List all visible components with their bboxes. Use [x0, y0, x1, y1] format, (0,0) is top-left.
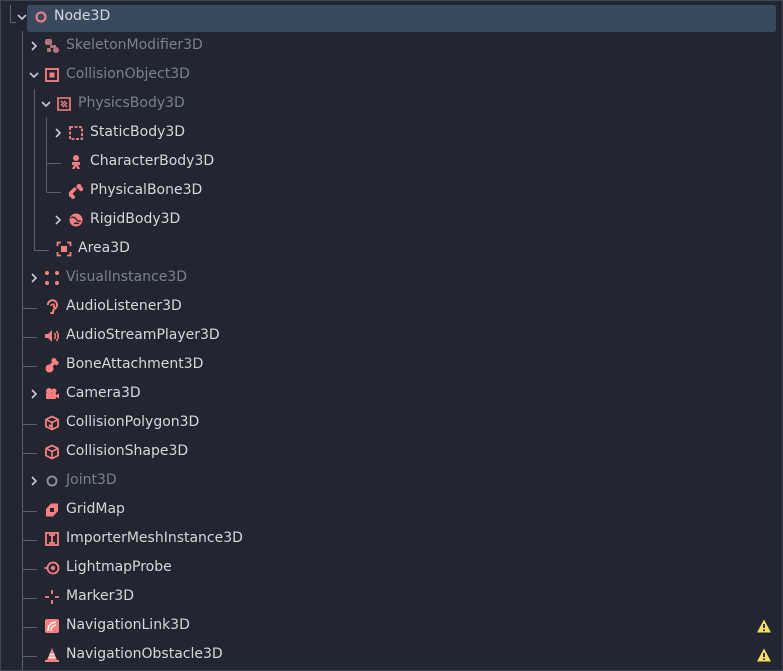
- tree-item-rigidbody3d[interactable]: RigidBody3D: [1, 206, 782, 235]
- tree-item-physicalbone3d[interactable]: PhysicalBone3D: [1, 177, 782, 206]
- chevron-right-icon[interactable]: [28, 475, 40, 487]
- chevron-down-icon[interactable]: [28, 69, 40, 81]
- chevron-down-icon[interactable]: [16, 11, 28, 23]
- tree-item-collisionshape3d[interactable]: CollisionShape3D: [1, 438, 782, 467]
- importer-mesh-icon: [45, 532, 59, 546]
- area-icon: [56, 241, 72, 257]
- tree-item-label: CollisionPolygon3D: [66, 414, 200, 430]
- tree-item-staticbody3d[interactable]: StaticBody3D: [1, 119, 782, 148]
- bone-attachment-icon: [45, 358, 59, 373]
- tree-item-audiolistener3d[interactable]: AudioListener3D: [1, 293, 782, 322]
- collision-shape-icon: [45, 444, 59, 460]
- tree-item-collisionpolygon3d[interactable]: CollisionPolygon3D: [1, 409, 782, 438]
- warning-icon[interactable]: [756, 647, 772, 663]
- camera-icon: [46, 388, 59, 399]
- chevron-down-icon[interactable]: [40, 98, 52, 110]
- tree-item-label: ImporterMeshInstance3D: [66, 530, 243, 546]
- collision-polygon-icon: [45, 415, 59, 431]
- tree-item-label: GridMap: [66, 501, 125, 517]
- tree-item-marker3d[interactable]: Marker3D: [1, 583, 782, 612]
- navigation-link-icon: [45, 619, 59, 633]
- visual-instance-icon: [45, 271, 59, 285]
- chevron-right-icon[interactable]: [28, 388, 40, 400]
- tree-item-label: PhysicsBody3D: [78, 95, 185, 111]
- tree-item-label: NavigationObstacle3D: [66, 646, 223, 662]
- node3d-circle-icon: [35, 11, 47, 23]
- skeleton-modifier-icon: [45, 39, 59, 53]
- tree-item-label: LightmapProbe: [66, 559, 172, 575]
- tree-item-label: CollisionShape3D: [66, 443, 189, 459]
- tree-item-importermeshinstance3d[interactable]: ImporterMeshInstance3D: [1, 525, 782, 554]
- chevron-right-icon[interactable]: [52, 214, 64, 226]
- audio-stream-player-icon: [45, 330, 59, 342]
- gridmap-icon: [46, 503, 58, 517]
- tree-item-label: SkeletonModifier3D: [66, 37, 203, 53]
- physics-body-icon: [57, 97, 71, 111]
- tree-item-label: CharacterBody3D: [90, 153, 215, 169]
- tree-item-label: StaticBody3D: [90, 124, 186, 140]
- joint-icon: [46, 475, 58, 487]
- tree-item-label: CollisionObject3D: [66, 66, 190, 82]
- class-tree[interactable]: Node3D SkeletonModifier3D CollisionObjec…: [0, 0, 783, 671]
- tree-item-node3d[interactable]: Node3D: [1, 3, 782, 32]
- tree-item-label: RigidBody3D: [90, 211, 181, 227]
- tree-item-navigationlink3d[interactable]: NavigationLink3D: [1, 612, 782, 641]
- tree-item-characterbody3d[interactable]: CharacterBody3D: [1, 148, 782, 177]
- tree-item-gridmap[interactable]: GridMap: [1, 496, 782, 525]
- tree-item-label: Area3D: [78, 240, 130, 256]
- selection-highlight: [27, 5, 776, 32]
- navigation-obstacle-icon: [45, 648, 59, 662]
- tree-item-label: PhysicalBone3D: [90, 182, 203, 198]
- audio-listener-icon: [47, 299, 58, 314]
- character-body-icon: [72, 155, 80, 169]
- chevron-right-icon[interactable]: [28, 272, 40, 284]
- tree-item-label: BoneAttachment3D: [66, 356, 204, 372]
- tree-item-boneattachment3d[interactable]: BoneAttachment3D: [1, 351, 782, 380]
- chevron-right-icon[interactable]: [52, 127, 64, 139]
- tree-item-label: AudioListener3D: [66, 298, 182, 314]
- tree-item-collisionobject3d[interactable]: CollisionObject3D: [1, 61, 782, 90]
- tree-item-camera3d[interactable]: Camera3D: [1, 380, 782, 409]
- physical-bone-icon: [68, 184, 84, 199]
- tree-item-label: AudioStreamPlayer3D: [66, 327, 220, 343]
- tree-item-label: Node3D: [54, 8, 111, 24]
- tree-item-area3d[interactable]: Area3D: [1, 235, 782, 264]
- tree-item-navigationobstacle3d[interactable]: NavigationObstacle3D: [1, 641, 782, 670]
- tree-item-lightmapprobe[interactable]: LightmapProbe: [1, 554, 782, 583]
- tree-item-physicsbody3d[interactable]: PhysicsBody3D: [1, 90, 782, 119]
- static-body-icon: [69, 126, 83, 140]
- marker-icon: [45, 590, 59, 604]
- tree-item-label: NavigationLink3D: [66, 617, 190, 633]
- tree-item-joint3d[interactable]: Joint3D: [1, 467, 782, 496]
- chevron-right-icon[interactable]: [28, 40, 40, 52]
- tree-item-audiostreamplayer3d[interactable]: AudioStreamPlayer3D: [1, 322, 782, 351]
- tree-item-label: Joint3D: [66, 472, 117, 488]
- collision-object-icon: [45, 68, 59, 82]
- tree-item-visualinstance3d[interactable]: VisualInstance3D: [1, 264, 782, 293]
- warning-icon[interactable]: [756, 618, 772, 634]
- rigid-body-icon: [69, 213, 83, 227]
- lightmap-probe-icon: [44, 561, 60, 575]
- tree-item-label: Marker3D: [66, 588, 135, 604]
- tree-item-label: VisualInstance3D: [66, 269, 188, 285]
- tree-item-skeletonmodifier3d[interactable]: SkeletonModifier3D: [1, 32, 782, 61]
- tree-item-label: Camera3D: [66, 385, 141, 401]
